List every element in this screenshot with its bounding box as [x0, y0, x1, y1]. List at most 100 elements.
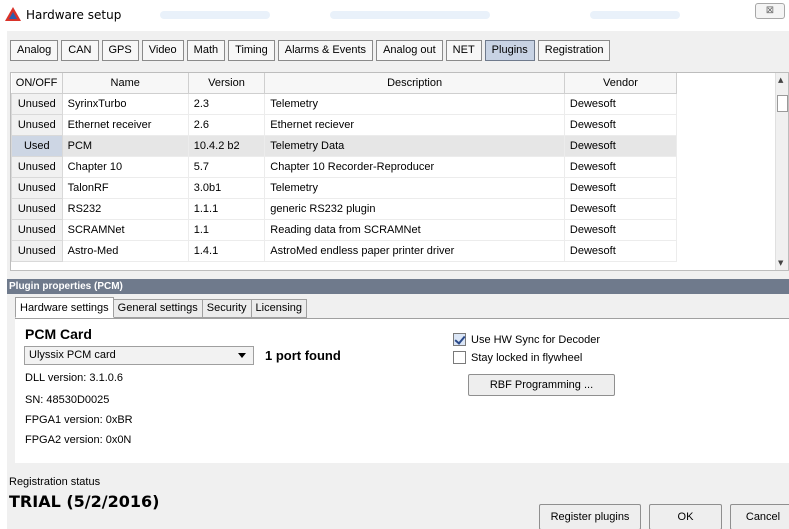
- cell-vendor: Dewesoft: [564, 219, 678, 241]
- onoff-toggle[interactable]: Unused: [11, 155, 63, 178]
- port-found-label: 1 port found: [265, 348, 341, 363]
- chevron-down-icon: [238, 353, 246, 358]
- plugin-properties-header: Plugin properties (PCM): [7, 279, 789, 294]
- title-bar: Hardware setup ⊠: [0, 0, 789, 31]
- onoff-toggle[interactable]: Unused: [11, 113, 63, 136]
- window-title: Hardware setup: [26, 8, 122, 22]
- hardware-settings-panel: PCM Card Ulyssix PCM card 1 port found D…: [15, 318, 789, 463]
- table-row[interactable]: Unused Chapter 10 5.7 Chapter 10 Recorder-R…: [11, 155, 678, 178]
- checkbox-checked-icon[interactable]: [453, 333, 466, 346]
- column-header-name[interactable]: Name: [62, 73, 189, 94]
- tab-plugins[interactable]: Plugins: [484, 40, 535, 61]
- tab-video[interactable]: Video: [141, 40, 184, 61]
- card-title: PCM Card: [25, 326, 92, 342]
- dll-version: DLL version: 3.1.0.6: [25, 372, 124, 384]
- onoff-toggle[interactable]: Unused: [11, 92, 63, 115]
- scroll-down-icon[interactable]: ▼: [778, 259, 783, 267]
- tab-gps[interactable]: GPS: [101, 40, 139, 61]
- rbf-programming-button[interactable]: RBF Programming ...: [468, 374, 615, 396]
- column-header-vendor[interactable]: Vendor: [564, 73, 678, 94]
- cell-name: TalonRF: [62, 177, 189, 199]
- serial-number: SN: 48530D0025: [25, 394, 110, 406]
- scrollbar-thumb[interactable]: [777, 95, 788, 112]
- cell-name: Ethernet receiver: [62, 114, 189, 136]
- tab-math[interactable]: Math: [186, 40, 226, 61]
- dewesoft-logo-icon: [5, 7, 21, 21]
- fpga2-version: FPGA2 version: 0x0N: [25, 434, 132, 446]
- cell-name: Astro-Med: [62, 240, 189, 262]
- tab-alarms-events[interactable]: Alarms & Events: [277, 40, 374, 61]
- cell-version: 3.0b1: [188, 177, 266, 199]
- table-header-row: ON/OFF Name Version Description Vendor: [11, 73, 678, 94]
- card-select-dropdown[interactable]: Ulyssix PCM card: [24, 346, 254, 365]
- cell-name: SCRAMNet: [62, 219, 189, 241]
- onoff-toggle[interactable]: Unused: [11, 176, 63, 199]
- table-row[interactable]: Unused Ethernet receiver 2.6 Ethernet recie…: [11, 113, 678, 136]
- cell-description: generic RS232 plugin: [264, 198, 565, 220]
- cell-description: Telemetry Data: [264, 135, 565, 157]
- cell-vendor: Dewesoft: [564, 93, 678, 115]
- column-header-version[interactable]: Version: [188, 73, 266, 94]
- table-row[interactable]: Unused SCRAMNet 1.1 Reading data from SCRAM…: [11, 218, 678, 241]
- tab-timing[interactable]: Timing: [228, 40, 275, 61]
- scroll-up-icon[interactable]: ▲: [778, 76, 783, 84]
- plugins-table: ON/OFF Name Version Description Vendor U…: [10, 72, 789, 271]
- tab-analog[interactable]: Analog: [10, 40, 59, 61]
- table-row[interactable]: Used PCM 10.4.2 b2 Telemetry Data Dewesoft: [11, 134, 678, 157]
- tab-analog-out[interactable]: Analog out: [376, 40, 443, 61]
- blurred-region: [330, 11, 490, 19]
- subtab-licensing[interactable]: Licensing: [250, 299, 307, 318]
- tab-net[interactable]: NET: [445, 40, 482, 61]
- checkbox-unchecked-icon[interactable]: [453, 351, 466, 364]
- registration-status-value: TRIAL (5/2/2016): [9, 492, 160, 511]
- onoff-toggle[interactable]: Unused: [11, 239, 63, 262]
- cell-description: AstroMed endless paper printer driver: [264, 240, 565, 262]
- close-icon: ⊠: [765, 5, 775, 16]
- cell-vendor: Dewesoft: [564, 198, 678, 220]
- subtab-security[interactable]: Security: [201, 299, 252, 318]
- cell-description: Chapter 10 Recorder-Reproducer: [264, 156, 565, 178]
- stay-locked-checkbox[interactable]: Stay locked in flywheel: [453, 351, 582, 364]
- table-row[interactable]: Unused SyrinxTurbo 2.3 Telemetry Dewesoft: [11, 92, 678, 115]
- blurred-region: [590, 11, 680, 19]
- stay-locked-label: Stay locked in flywheel: [471, 351, 583, 364]
- table-row[interactable]: Unused TalonRF 3.0b1 Telemetry Dewesoft: [11, 176, 678, 199]
- cell-description: Ethernet reciever: [264, 114, 565, 136]
- cell-name: Chapter 10: [62, 156, 189, 178]
- register-plugins-button[interactable]: Register plugins: [539, 504, 641, 529]
- cell-version: 1.1.1: [188, 198, 266, 220]
- cell-vendor: Dewesoft: [564, 114, 678, 136]
- column-header-description[interactable]: Description: [264, 73, 565, 94]
- cell-description: Telemetry: [264, 93, 565, 115]
- vertical-scrollbar[interactable]: ▲ ▼: [775, 73, 788, 270]
- column-header-onoff[interactable]: ON/OFF: [11, 73, 63, 94]
- ok-button[interactable]: OK: [649, 504, 722, 529]
- properties-tabs: Hardware settings General settings Securit…: [15, 297, 307, 318]
- onoff-toggle[interactable]: Used: [11, 134, 63, 157]
- cell-vendor: Dewesoft: [564, 240, 678, 262]
- cell-version: 1.4.1: [188, 240, 266, 262]
- onoff-toggle[interactable]: Unused: [11, 218, 63, 241]
- card-select-value: Ulyssix PCM card: [29, 349, 116, 361]
- cell-vendor: Dewesoft: [564, 156, 678, 178]
- onoff-toggle[interactable]: Unused: [11, 197, 63, 220]
- cell-vendor: Dewesoft: [564, 177, 678, 199]
- cell-version: 10.4.2 b2: [188, 135, 266, 157]
- cell-version: 1.1: [188, 219, 266, 241]
- hw-sync-checkbox[interactable]: Use HW Sync for Decoder: [453, 333, 600, 346]
- tab-can[interactable]: CAN: [61, 40, 99, 61]
- subtab-hardware-settings[interactable]: Hardware settings: [15, 297, 114, 318]
- subtab-general-settings[interactable]: General settings: [112, 299, 203, 318]
- cell-description: Reading data from SCRAMNet: [264, 219, 565, 241]
- main-area: Analog CAN GPS Video Math Timing Alarms & Even…: [7, 31, 789, 529]
- table-row[interactable]: Unused RS232 1.1.1 generic RS232 plugin Dewe…: [11, 197, 678, 220]
- table-row[interactable]: Unused Astro-Med 1.4.1 AstroMed endless pap…: [11, 239, 678, 262]
- cell-name: SyrinxTurbo: [62, 93, 189, 115]
- tab-registration[interactable]: Registration: [537, 40, 611, 61]
- cell-description: Telemetry: [264, 177, 565, 199]
- cancel-button[interactable]: Cancel: [730, 504, 789, 529]
- blurred-region: [160, 11, 270, 19]
- close-button[interactable]: ⊠: [755, 3, 785, 19]
- fpga1-version: FPGA1 version: 0xBR: [25, 414, 133, 426]
- cell-name: PCM: [62, 135, 189, 157]
